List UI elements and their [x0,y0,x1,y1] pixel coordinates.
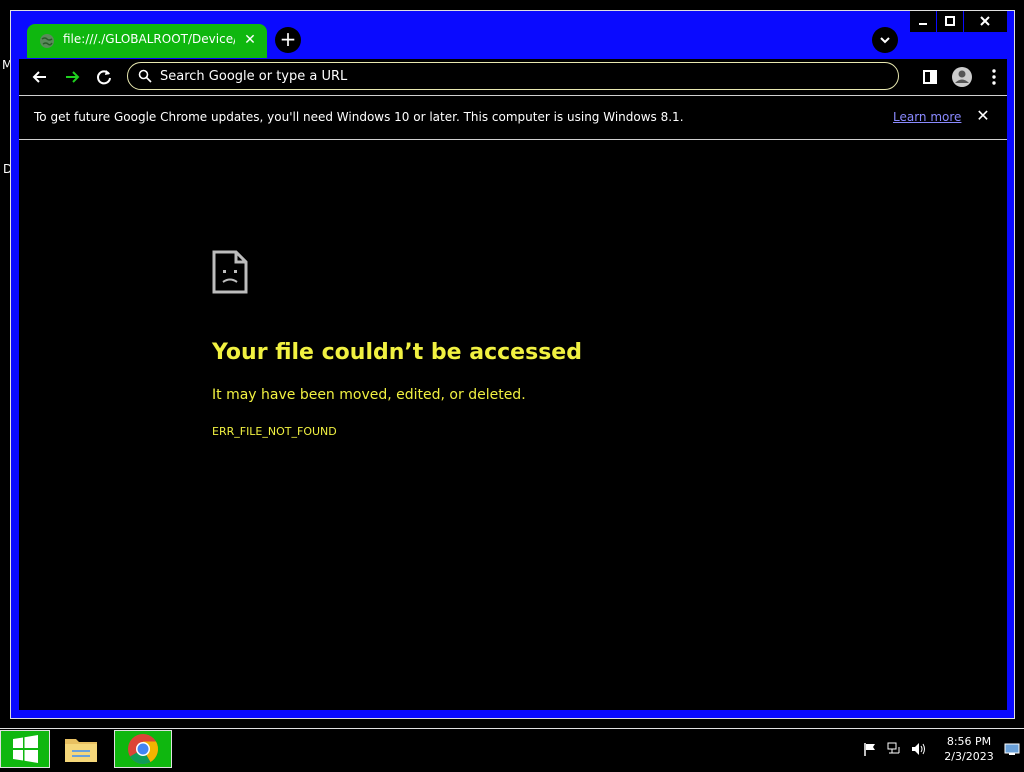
arrow-left-icon [32,71,46,83]
start-button[interactable] [0,730,50,768]
error-code: ERR_FILE_NOT_FOUND [212,425,337,438]
menu-button[interactable] [981,64,1007,90]
forward-button[interactable] [59,64,85,90]
globe-icon [40,34,54,48]
volume-icon[interactable] [910,741,926,757]
clock-date: 2/3/2023 [944,750,994,763]
profile-avatar-icon [952,67,972,87]
tab-strip: file:///./GLOBALROOT/Device/Cor ✕ + [11,11,1014,59]
arrow-right-icon [66,71,80,83]
back-button[interactable] [27,64,53,90]
network-icon[interactable] [886,741,902,757]
infobar-close-icon[interactable]: ✕ [973,106,993,126]
more-vert-icon [992,69,996,85]
chrome-logo-icon [128,734,159,765]
browser-window: file:///./GLOBALROOT/Device/Cor ✕ + [10,10,1015,719]
omnibox-input[interactable] [160,66,880,86]
side-panel-icon [923,70,937,84]
close-tab-icon[interactable]: ✕ [241,31,259,49]
minimize-icon [919,23,927,25]
chevron-down-icon [880,37,890,44]
side-panel-button[interactable] [917,64,943,90]
windows-logo-icon [13,735,38,763]
taskbar: 8:56 PM 2/3/2023 [0,728,1024,768]
infobar-message: To get future Google Chrome updates, you… [34,110,684,124]
file-explorer-button[interactable] [56,730,106,768]
omnibox[interactable] [127,62,899,90]
chrome-taskbar-button[interactable] [114,730,172,768]
close-icon [980,16,990,26]
minimize-button[interactable] [910,11,936,32]
reload-button[interactable] [91,64,117,90]
folder-icon [65,739,97,762]
maximize-icon [945,16,955,26]
sad-file-icon [212,250,248,294]
update-infobar: To get future Google Chrome updates, you… [19,95,1007,140]
page-content: Your file couldn’t be accessed It may ha… [19,140,1007,710]
error-subtitle: It may have been moved, edited, or delet… [212,387,526,403]
profile-button[interactable] [949,64,975,90]
search-icon [138,69,152,83]
maximize-button[interactable] [937,11,963,32]
action-center-flag-icon[interactable] [862,741,878,757]
tab-active[interactable]: file:///./GLOBALROOT/Device/Cor ✕ [27,24,267,58]
tab-title: file:///./GLOBALROOT/Device/Cor [63,32,235,46]
taskbar-clock[interactable]: 8:56 PM 2/3/2023 [938,734,1000,764]
new-tab-button[interactable]: + [275,27,301,53]
toolbar [19,59,1007,95]
show-desktop-icon[interactable] [1004,741,1020,757]
learn-more-link[interactable]: Learn more [893,110,961,124]
tab-search-button[interactable] [872,27,898,53]
reload-icon [97,70,111,85]
close-window-button[interactable] [964,11,1007,32]
error-title: Your file couldn’t be accessed [212,340,582,365]
clock-time: 8:56 PM [946,735,992,748]
